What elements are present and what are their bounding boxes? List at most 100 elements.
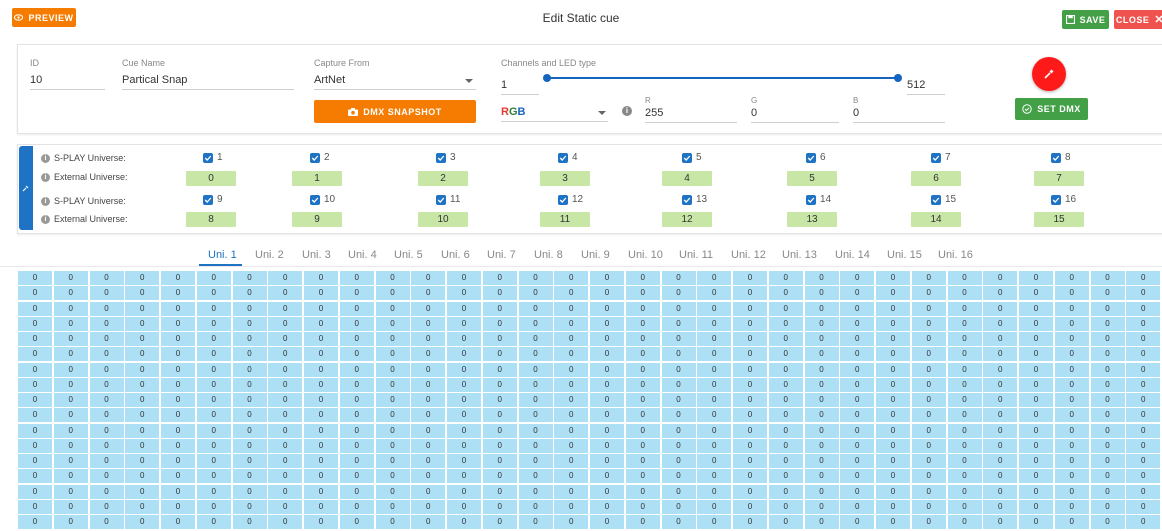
dmx-channel-cell[interactable]: 0 bbox=[697, 469, 732, 484]
dmx-channel-cell[interactable]: 0 bbox=[18, 454, 52, 469]
dmx-channel-cell[interactable]: 0 bbox=[161, 515, 195, 530]
dmx-channel-cell[interactable]: 0 bbox=[697, 301, 732, 316]
dmx-channel-cell[interactable]: 0 bbox=[53, 454, 88, 469]
dmx-channel-cell[interactable]: 0 bbox=[339, 393, 374, 408]
dmx-channel-cell[interactable]: 0 bbox=[161, 316, 195, 331]
color-picker-button[interactable] bbox=[1032, 57, 1066, 91]
dmx-channel-cell[interactable]: 0 bbox=[268, 316, 303, 331]
dmx-channel-cell[interactable]: 0 bbox=[733, 286, 767, 301]
dmx-channel-cell[interactable]: 0 bbox=[804, 438, 839, 453]
dmx-channel-cell[interactable]: 0 bbox=[804, 286, 839, 301]
dmx-channel-cell[interactable]: 0 bbox=[1054, 499, 1089, 514]
tab-universe-6[interactable]: Uni. 6 bbox=[441, 249, 470, 261]
dmx-channel-cell[interactable]: 0 bbox=[625, 301, 660, 316]
dmx-channel-cell[interactable]: 0 bbox=[18, 499, 52, 514]
dmx-channel-cell[interactable]: 0 bbox=[304, 408, 338, 423]
dmx-channel-cell[interactable]: 0 bbox=[733, 469, 767, 484]
dmx-channel-cell[interactable]: 0 bbox=[304, 362, 338, 377]
dmx-channel-cell[interactable]: 0 bbox=[304, 301, 338, 316]
dmx-channel-cell[interactable]: 0 bbox=[733, 316, 767, 331]
dmx-channel-cell[interactable]: 0 bbox=[947, 332, 982, 347]
dmx-channel-cell[interactable]: 0 bbox=[411, 286, 446, 301]
dmx-channel-cell[interactable]: 0 bbox=[89, 301, 124, 316]
dmx-channel-cell[interactable]: 0 bbox=[947, 377, 982, 392]
dmx-channel-cell[interactable]: 0 bbox=[89, 515, 124, 530]
dmx-channel-cell[interactable]: 0 bbox=[947, 393, 982, 408]
dmx-channel-cell[interactable]: 0 bbox=[375, 332, 410, 347]
dmx-channel-cell[interactable]: 0 bbox=[125, 454, 160, 469]
tab-universe-1[interactable]: Uni. 1 bbox=[208, 249, 237, 261]
dmx-channel-cell[interactable]: 0 bbox=[554, 499, 589, 514]
dmx-channel-cell[interactable]: 0 bbox=[53, 347, 88, 362]
splay-universe-checkbox[interactable]: 11 bbox=[436, 194, 460, 205]
dmx-channel-cell[interactable]: 0 bbox=[232, 454, 267, 469]
save-button[interactable]: SAVE bbox=[1062, 10, 1109, 29]
dmx-channel-cell[interactable]: 0 bbox=[983, 454, 1018, 469]
dmx-channel-cell[interactable]: 0 bbox=[1019, 454, 1053, 469]
tab-universe-8[interactable]: Uni. 8 bbox=[534, 249, 563, 261]
cue-name-field[interactable]: Partical Snap bbox=[122, 72, 294, 90]
dmx-channel-cell[interactable]: 0 bbox=[232, 499, 267, 514]
dmx-channel-cell[interactable]: 0 bbox=[625, 484, 660, 499]
dmx-channel-cell[interactable]: 0 bbox=[196, 362, 231, 377]
dmx-channel-cell[interactable]: 0 bbox=[804, 423, 839, 438]
dmx-channel-cell[interactable]: 0 bbox=[89, 469, 124, 484]
dmx-channel-cell[interactable]: 0 bbox=[518, 332, 553, 347]
dmx-channel-cell[interactable]: 0 bbox=[161, 499, 195, 514]
dmx-channel-cell[interactable]: 0 bbox=[1054, 515, 1089, 530]
splay-universe-checkbox[interactable]: 6 bbox=[806, 152, 826, 163]
dmx-channel-cell[interactable]: 0 bbox=[768, 515, 803, 530]
dmx-channel-cell[interactable]: 0 bbox=[876, 316, 910, 331]
dmx-channel-cell[interactable]: 0 bbox=[768, 332, 803, 347]
dmx-channel-cell[interactable]: 0 bbox=[911, 499, 946, 514]
dmx-channel-cell[interactable]: 0 bbox=[876, 271, 910, 285]
dmx-channel-cell[interactable]: 0 bbox=[482, 515, 517, 530]
dmx-channel-cell[interactable]: 0 bbox=[161, 393, 195, 408]
dmx-channel-cell[interactable]: 0 bbox=[1019, 469, 1053, 484]
dmx-channel-cell[interactable]: 0 bbox=[411, 469, 446, 484]
dmx-channel-cell[interactable]: 0 bbox=[411, 438, 446, 453]
dmx-channel-cell[interactable]: 0 bbox=[268, 454, 303, 469]
dmx-channel-cell[interactable]: 0 bbox=[447, 271, 481, 285]
dmx-channel-cell[interactable]: 0 bbox=[590, 408, 624, 423]
dmx-channel-cell[interactable]: 0 bbox=[125, 332, 160, 347]
dmx-channel-cell[interactable]: 0 bbox=[625, 438, 660, 453]
splay-universe-checkbox[interactable]: 10 bbox=[310, 194, 335, 205]
dmx-channel-cell[interactable]: 0 bbox=[911, 515, 946, 530]
external-universe-field[interactable]: 3 bbox=[540, 171, 590, 186]
dmx-channel-cell[interactable]: 0 bbox=[375, 301, 410, 316]
dmx-channel-cell[interactable]: 0 bbox=[661, 301, 696, 316]
dmx-channel-cell[interactable]: 0 bbox=[125, 408, 160, 423]
dmx-channel-cell[interactable]: 0 bbox=[947, 515, 982, 530]
dmx-channel-cell[interactable]: 0 bbox=[1090, 515, 1125, 530]
dmx-channel-cell[interactable]: 0 bbox=[18, 347, 52, 362]
dmx-channel-cell[interactable]: 0 bbox=[804, 377, 839, 392]
dmx-channel-cell[interactable]: 0 bbox=[482, 332, 517, 347]
dmx-channel-cell[interactable]: 0 bbox=[768, 408, 803, 423]
dmx-channel-cell[interactable]: 0 bbox=[161, 286, 195, 301]
dmx-channel-cell[interactable]: 0 bbox=[482, 286, 517, 301]
dmx-channel-cell[interactable]: 0 bbox=[268, 469, 303, 484]
splay-universe-checkbox[interactable]: 4 bbox=[558, 152, 578, 163]
dmx-channel-cell[interactable]: 0 bbox=[89, 347, 124, 362]
dmx-channel-cell[interactable]: 0 bbox=[1126, 301, 1161, 316]
dmx-channel-cell[interactable]: 0 bbox=[840, 469, 875, 484]
dmx-channel-cell[interactable]: 0 bbox=[1054, 454, 1089, 469]
dmx-channel-cell[interactable]: 0 bbox=[339, 332, 374, 347]
external-universe-field[interactable]: 12 bbox=[662, 212, 712, 227]
dmx-channel-cell[interactable]: 0 bbox=[18, 316, 52, 331]
dmx-channel-cell[interactable]: 0 bbox=[947, 469, 982, 484]
dmx-channel-cell[interactable]: 0 bbox=[304, 515, 338, 530]
dmx-channel-cell[interactable]: 0 bbox=[590, 362, 624, 377]
dmx-channel-cell[interactable]: 0 bbox=[482, 377, 517, 392]
dmx-channel-cell[interactable]: 0 bbox=[661, 347, 696, 362]
dmx-channel-cell[interactable]: 0 bbox=[876, 362, 910, 377]
dmx-channel-cell[interactable]: 0 bbox=[1019, 286, 1053, 301]
dmx-channel-cell[interactable]: 0 bbox=[518, 515, 553, 530]
dmx-channel-cell[interactable]: 0 bbox=[161, 408, 195, 423]
external-universe-field[interactable]: 5 bbox=[787, 171, 837, 186]
dmx-channel-cell[interactable]: 0 bbox=[89, 362, 124, 377]
dmx-channel-cell[interactable]: 0 bbox=[625, 499, 660, 514]
dmx-channel-cell[interactable]: 0 bbox=[590, 423, 624, 438]
dmx-channel-cell[interactable]: 0 bbox=[482, 499, 517, 514]
